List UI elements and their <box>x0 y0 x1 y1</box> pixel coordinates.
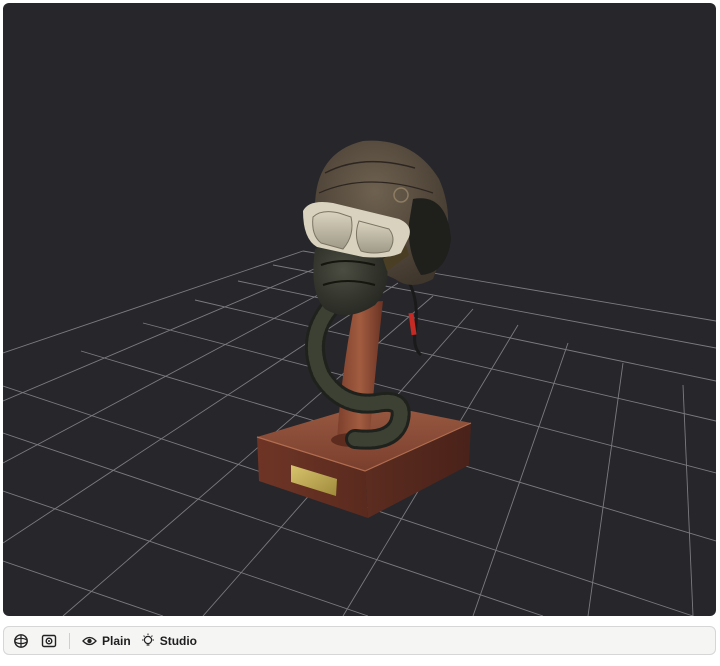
orbit-button[interactable] <box>7 627 35 654</box>
globe-icon <box>14 633 28 648</box>
3d-viewport[interactable] <box>3 3 716 616</box>
eye-icon <box>82 636 97 645</box>
lightbulb-icon <box>141 633 154 646</box>
studio-label: Studio <box>159 633 198 648</box>
toolbar-divider <box>69 632 70 649</box>
viewer-toolbar: Plain Studio <box>3 626 716 655</box>
plain-lighting-button[interactable]: Plain <box>78 627 135 654</box>
pilot-helmet <box>303 140 451 316</box>
scene-canvas[interactable] <box>3 3 716 616</box>
camera-frame-icon <box>41 634 57 647</box>
studio-lighting-button[interactable]: Studio <box>137 627 201 654</box>
plain-label: Plain <box>102 633 131 648</box>
screenshot-button[interactable] <box>35 627 63 654</box>
